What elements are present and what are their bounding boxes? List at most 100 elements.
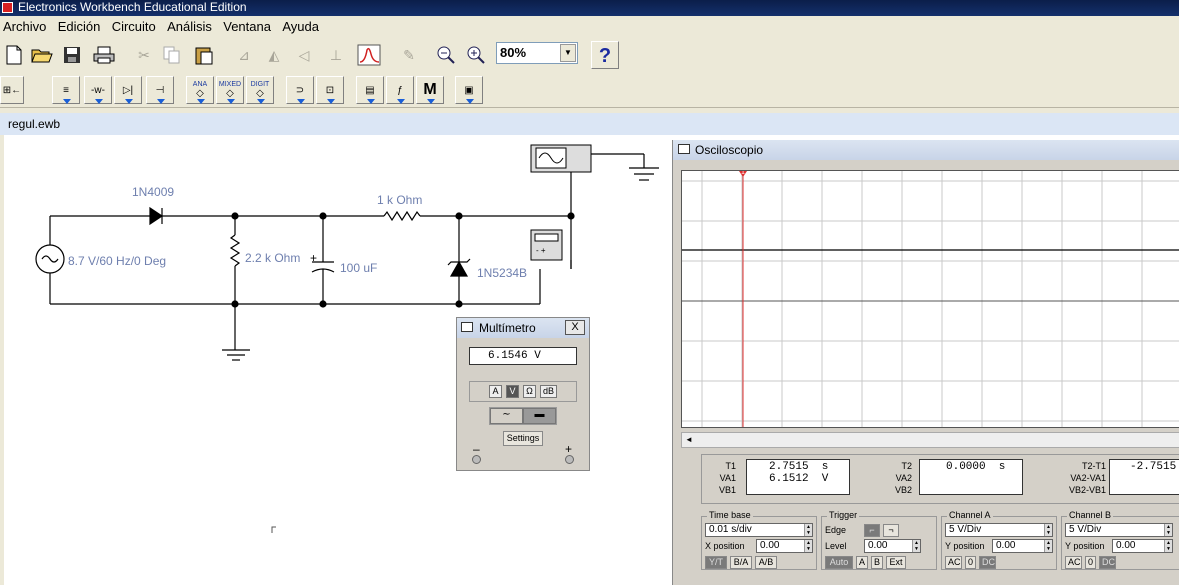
channel-b-ypos-stepper[interactable]: 0.00 ▲ ▼ [1112,539,1173,553]
cut-icon[interactable]: ✂ [130,41,158,69]
t2-value: 0.0000 s [946,461,1006,473]
channel-a-ypos-stepper[interactable]: 0.00 ▲ ▼ [992,539,1053,553]
zoom-out-icon[interactable] [432,41,460,69]
flip-vertical-icon[interactable]: ◁ [290,41,318,69]
transistors-bin-icon[interactable]: ⊣ [146,76,174,104]
mode-ammeter-button[interactable]: A [489,385,502,398]
multimeter-titlebar[interactable]: Multímetro X [457,318,589,338]
miscellaneous-bin-icon[interactable]: M [416,76,444,104]
oscilloscope-titlebar[interactable]: Osciloscopio [673,140,1179,160]
trigger-a-button[interactable]: A [856,556,868,569]
trigger-group: Trigger Edge ⌐ ¬ Level 0.00 ▲ ▼ Auto A B E… [821,510,937,570]
trigger-b-button[interactable]: B [871,556,883,569]
analog-ics-bin-icon[interactable]: ANA ◇ [186,76,214,104]
parts-bin-icon[interactable]: ⊞← [0,76,24,104]
mixed-ics-bin-icon[interactable]: MIXED ◇ [216,76,244,104]
ab-button[interactable]: A/B [755,556,777,569]
channel-b-zero-button[interactable]: 0 [1085,556,1096,569]
paste-icon[interactable] [190,41,218,69]
settings-button[interactable]: Settings [503,431,543,446]
oscilloscope-window[interactable]: Osciloscopio 1 ◄ T1 VA1 VB1 2.7515 s 6.1… [672,140,1179,585]
ac-mode-button[interactable]: ∼ [490,408,523,424]
close-icon[interactable]: X [565,320,585,335]
dc-mode-button[interactable]: ▬ [523,408,556,424]
flip-horizontal-icon[interactable]: ◭ [260,41,288,69]
component-properties-icon[interactable]: ⊥ [322,41,350,69]
vb1-label: VB1 [718,485,736,495]
digital-ics-bin-icon[interactable]: DIGIT ◇ [246,76,274,104]
help-button[interactable]: ? [591,41,619,69]
multimeter-window[interactable]: Multímetro X 6.1546 V A V Ω dB ∼ ▬ Setti… [456,317,590,471]
basic-bin-icon[interactable]: -w- [84,76,112,104]
channel-b-ac-button[interactable]: AC [1065,556,1082,569]
mode-ohmmeter-button[interactable]: Ω [523,385,536,398]
channel-b-ypos-label: Y position [1065,541,1105,551]
graph-icon[interactable] [355,41,383,69]
minus-terminal-jack[interactable] [472,455,481,464]
menu-ventana[interactable]: Ventana [220,16,276,37]
menu-bar: Archivo Edición Circuito Análisis Ventan… [0,16,1179,37]
zoom-select[interactable]: 80% ▼ [496,42,578,64]
channel-a-ac-button[interactable]: AC [945,556,962,569]
ba-button[interactable]: B/A [730,556,752,569]
save-icon[interactable] [58,41,86,69]
print-icon[interactable] [90,41,118,69]
rotate-icon[interactable]: ⊿ [230,41,258,69]
channel-a-dc-button[interactable]: DC [979,556,996,569]
multimeter-symbol-icon: - + [530,229,563,261]
menu-circuito[interactable]: Circuito [109,16,161,37]
stepper-arrows-icon[interactable]: ▲ ▼ [912,540,920,552]
probe-icon[interactable]: ✎ [395,41,423,69]
stepper-arrows-icon[interactable]: ▲ ▼ [1044,524,1052,536]
controls-bin-icon[interactable]: ƒ [386,76,414,104]
stepper-arrows-icon[interactable]: ▲ ▼ [804,540,812,552]
scroll-left-icon[interactable]: ◄ [685,435,693,444]
indicators-bin-icon[interactable]: ▤ [356,76,384,104]
open-folder-icon[interactable] [28,41,56,69]
plus-terminal-label: + [565,442,573,456]
mode-db-button[interactable]: dB [540,385,557,398]
plus-terminal-jack[interactable] [565,455,574,464]
chevron-down-icon[interactable]: ▼ [560,44,576,62]
yt-button[interactable]: Y/T [705,556,727,569]
channel-b-dc-button[interactable]: DC [1099,556,1116,569]
stepper-arrows-icon[interactable]: ▲ ▼ [1164,540,1172,552]
instruments-bin-icon[interactable]: ▣ [455,76,483,104]
sources-bin-icon[interactable]: ≡ [52,76,80,104]
oscilloscope-controls: Time base 0.01 s/div ▲ ▼ X position 0.00 ▲ ▼… [701,510,1179,572]
trigger-ext-button[interactable]: Ext [886,556,906,569]
channel-a-zero-button[interactable]: 0 [965,556,976,569]
mode-voltmeter-button[interactable]: V [506,385,519,398]
stepper-arrows-icon[interactable]: ▲ ▼ [804,524,812,536]
document-filename: regul.ewb [8,117,61,131]
oscilloscope-readout: T1 VA1 VB1 2.7515 s 6.1512 V T2 VA2 VB2 … [701,454,1179,504]
diode-label: 1N4009 [132,185,175,199]
cursor-1-label[interactable]: 1 [741,171,745,176]
level-stepper[interactable]: 0.00 ▲ ▼ [864,539,921,553]
parts-toolbar: ⊞← ≡ -w- ▷| ⊣ ANA ◇ MIXED ◇ DIGIT ◇ ⊃ ⊡ ▤ ƒ… [0,72,1179,108]
new-file-icon[interactable] [0,41,28,69]
channel-b-scale-stepper[interactable]: 5 V/Div ▲ ▼ [1065,523,1173,537]
falling-edge-icon[interactable]: ¬ [883,524,899,537]
diodes-bin-icon[interactable]: ▷| [114,76,142,104]
logic-gates-bin-icon[interactable]: ⊃ [286,76,314,104]
digital-bin-icon[interactable]: ⊡ [316,76,344,104]
zoom-in-icon[interactable] [462,41,490,69]
channel-a-scale-stepper[interactable]: 5 V/Div ▲ ▼ [945,523,1053,537]
timebase-title: Time base [707,510,753,520]
stepper-arrows-icon[interactable]: ▲ ▼ [1044,540,1052,552]
auto-trigger-button[interactable]: Auto [825,556,853,569]
menu-archivo[interactable]: Archivo [0,16,51,37]
menu-edicion[interactable]: Edición [55,16,106,37]
rising-edge-icon[interactable]: ⌐ [864,524,880,537]
t1-label: T1 [725,461,736,471]
oscilloscope-screen[interactable]: 1 [681,170,1179,428]
menu-analisis[interactable]: Análisis [164,16,217,37]
oscilloscope-scrollbar[interactable]: ◄ [681,432,1179,448]
timebase-stepper[interactable]: 0.01 s/div ▲ ▼ [705,523,813,537]
menu-ayuda[interactable]: Ayuda [279,16,324,37]
copy-icon[interactable] [158,41,186,69]
stepper-arrows-icon[interactable]: ▲ ▼ [1164,524,1172,536]
xpos-stepper[interactable]: 0.00 ▲ ▼ [756,539,813,553]
channel-a-group: Channel A 5 V/Div ▲ ▼ Y position 0.00 ▲ ▼ AC… [941,510,1057,570]
